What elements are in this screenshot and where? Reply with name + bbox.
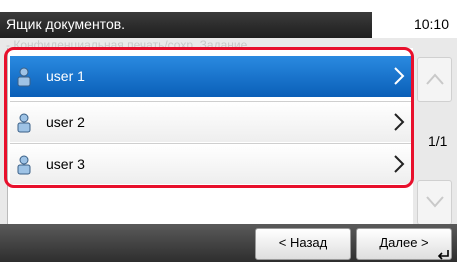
scroll-up-button[interactable] xyxy=(417,57,452,102)
page-title: Ящик документов. xyxy=(6,16,126,32)
user-icon xyxy=(17,67,31,87)
title-bar: Ящик документов. xyxy=(0,12,372,38)
list-item-label: user 1 xyxy=(46,68,85,84)
list-item-user-1[interactable]: user 1 xyxy=(10,56,412,97)
back-button[interactable]: < Назад xyxy=(255,228,351,260)
clock: 10:10 xyxy=(413,16,449,32)
arrow-down-icon xyxy=(426,196,444,208)
clock-box: 10:10 xyxy=(374,12,457,38)
arrow-up-icon xyxy=(426,73,444,85)
chevron-right-icon xyxy=(394,113,405,131)
chevron-right-icon xyxy=(394,67,405,85)
list-item-user-2[interactable]: user 2 xyxy=(10,101,412,142)
list-item-user-3[interactable]: user 3 xyxy=(10,143,412,184)
user-icon xyxy=(17,113,31,133)
enter-key-icon xyxy=(437,250,449,260)
list-item-label: user 3 xyxy=(46,156,85,172)
page-indicator: 1/1 xyxy=(428,133,448,149)
scroll-down-button[interactable] xyxy=(417,180,452,225)
chevron-right-icon xyxy=(394,155,405,173)
list-item-label: user 2 xyxy=(46,114,85,130)
user-icon xyxy=(17,155,31,175)
